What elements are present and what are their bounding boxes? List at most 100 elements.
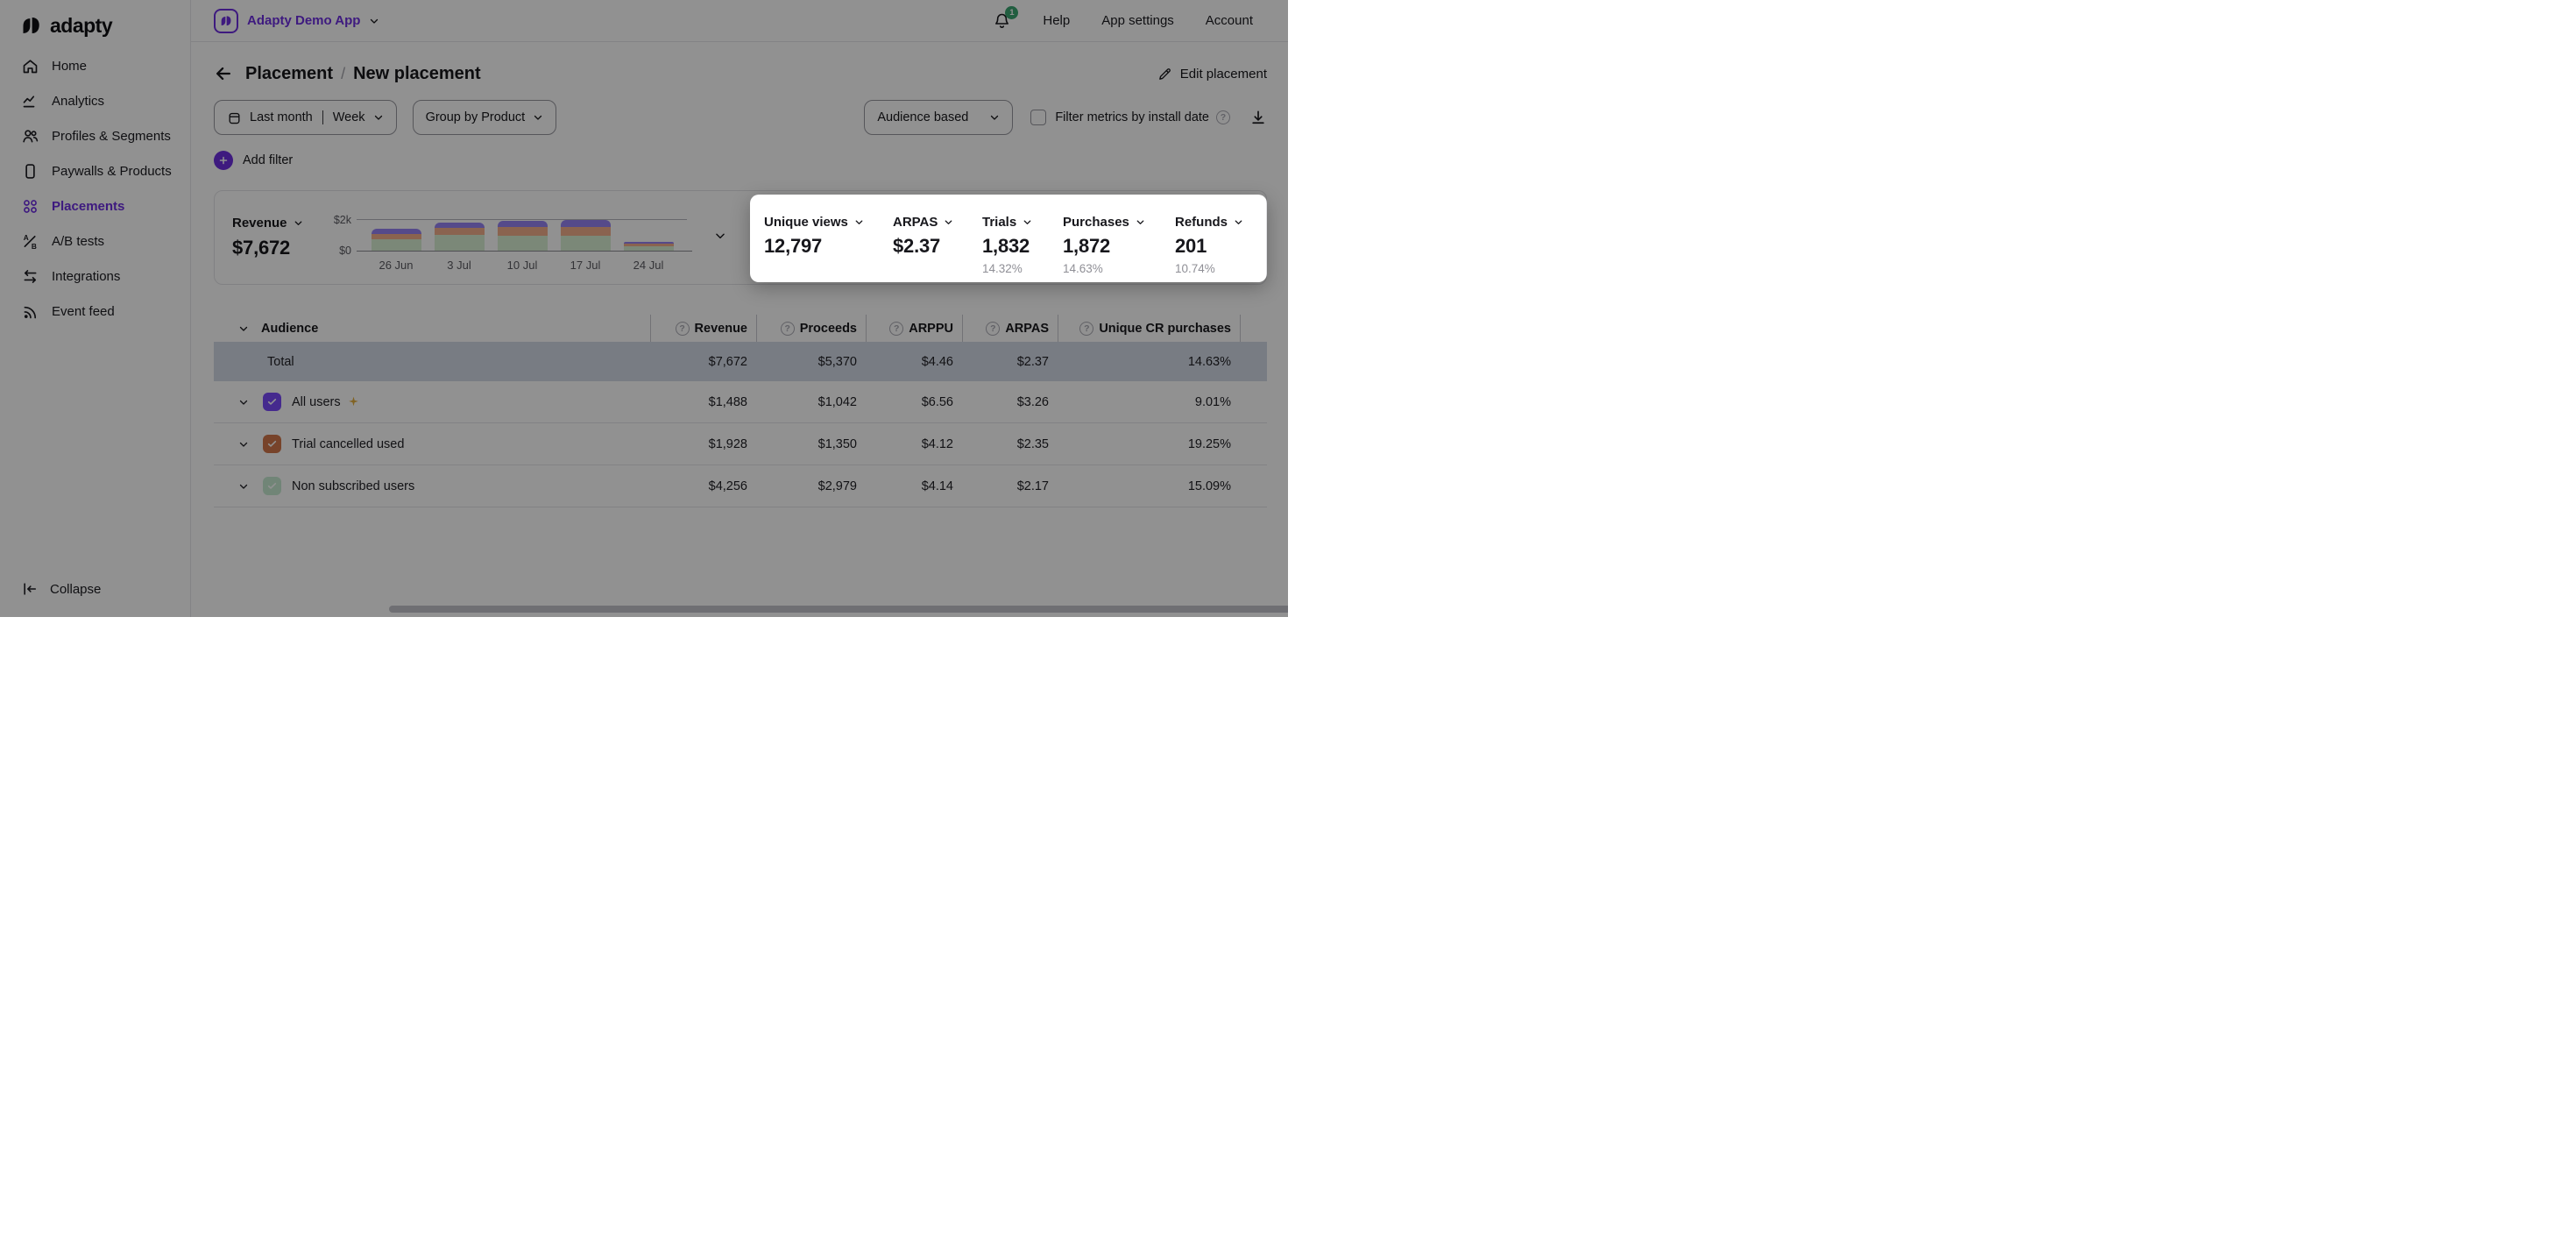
metric-dropdown[interactable]: Refunds — [1175, 215, 1266, 230]
question-icon[interactable]: ? — [1216, 110, 1230, 124]
add-filter-button[interactable]: Add filter — [214, 150, 1267, 171]
sidebar-item-analytics[interactable]: Analytics — [0, 83, 190, 118]
app-settings-link[interactable]: App settings — [1101, 13, 1174, 28]
table-cell-value: $3.26 — [962, 395, 1058, 409]
horizontal-scrollbar — [389, 606, 1279, 613]
table-cell-value: $4.12 — [866, 437, 962, 451]
question-icon[interactable]: ? — [676, 322, 690, 336]
sparkle-star — [347, 395, 360, 408]
check-icon — [266, 480, 278, 492]
row-expand-chevron[interactable] — [238, 481, 249, 492]
chevron-down-icon — [369, 16, 379, 26]
table-cell-value: $5,370 — [756, 355, 866, 369]
topbar: Adapty Demo App 1 Help App settings Acco… — [191, 0, 1288, 42]
table-cell-value: 9.01% — [1058, 395, 1240, 409]
sidebar-collapse-button[interactable]: Collapse — [0, 580, 101, 598]
sidebar-item-label: Placements — [52, 199, 124, 214]
page-head: Placement / New placement Edit placement — [214, 60, 1267, 88]
row-checkbox[interactable] — [263, 393, 281, 411]
table-cell-value: $7,672 — [650, 355, 756, 369]
metric-purchases: Purchases1,87214.63% — [1063, 215, 1175, 284]
account-link[interactable]: Account — [1206, 13, 1253, 28]
question-icon[interactable]: ? — [986, 322, 1000, 336]
sidebar-item-eventfeed[interactable]: Event feed — [0, 294, 190, 329]
paywalls-icon — [21, 162, 39, 181]
analytics-icon — [21, 92, 39, 110]
group-by-label: Group by Product — [426, 110, 526, 124]
scrollbar-thumb[interactable] — [389, 606, 1288, 613]
divider — [322, 110, 323, 124]
sidebar-item-label: Event feed — [52, 304, 115, 319]
column-header-arppu: ? ARPPU — [866, 315, 962, 342]
bar-17-jul[interactable] — [554, 220, 617, 251]
breadcrumb-separator: / — [341, 65, 345, 83]
bar-segment-trial-cancelled-used — [435, 228, 485, 236]
download-button[interactable] — [1249, 109, 1267, 126]
sidebar-item-placements[interactable]: Placements — [0, 188, 190, 223]
table-cell-value: $4.14 — [866, 479, 962, 493]
help-link[interactable]: Help — [1043, 13, 1070, 28]
app-selector[interactable]: Adapty Demo App — [214, 9, 379, 33]
pencil-icon — [1157, 67, 1172, 82]
table-cell-value: $4,256 — [650, 479, 756, 493]
bar-10-jul[interactable] — [491, 221, 554, 251]
sidebar-item-home[interactable]: Home — [0, 48, 190, 83]
sidebar-item-label: Home — [52, 59, 87, 74]
adapty-dashboard: adapty HomeAnalyticsProfiles & SegmentsP… — [0, 0, 1288, 617]
question-icon[interactable]: ? — [1079, 322, 1093, 336]
edit-placement-button[interactable]: Edit placement — [1157, 67, 1267, 82]
sidebar-item-integrations[interactable]: Integrations — [0, 259, 190, 294]
y-tick: $2k — [334, 214, 351, 226]
app-tile-icon — [214, 9, 238, 33]
bar-segment-non-subscribed-users — [624, 246, 674, 251]
notifications-button[interactable]: 1 — [993, 11, 1011, 30]
metric-dropdown[interactable]: Trials — [982, 215, 1063, 230]
row-expand-chevron[interactable] — [238, 397, 249, 408]
row-checkbox[interactable] — [263, 435, 281, 453]
check-icon — [266, 438, 278, 450]
chevron-down-icon — [238, 439, 249, 450]
collapse-chart-button[interactable] — [714, 230, 726, 246]
sidebar-item-profiles[interactable]: Profiles & Segments — [0, 118, 190, 153]
row-label-cell: All users — [214, 381, 650, 422]
bar-3-jul[interactable] — [428, 223, 491, 251]
metric-sub-value: 14.63% — [1063, 262, 1175, 275]
date-range-label: Last month — [250, 110, 313, 124]
group-by-dropdown[interactable]: Group by Product — [413, 100, 557, 135]
chevron-down-icon[interactable] — [238, 323, 249, 334]
metric-refunds: Refunds20110.74% — [1175, 215, 1266, 284]
adapty-logo: adapty — [0, 0, 190, 38]
column-header-label: ARPPU — [909, 322, 953, 336]
arrow-left-icon — [214, 64, 233, 83]
revenue-metric-dropdown[interactable]: Revenue — [232, 216, 303, 230]
filter-row: Last month Week Group by Product Audienc… — [214, 100, 1267, 135]
bar-26-jun[interactable] — [364, 229, 428, 251]
back-button[interactable] — [214, 64, 233, 83]
revenue-value: $7,672 — [232, 237, 303, 259]
column-header-ghost — [1240, 315, 1267, 342]
bar-24-jul[interactable] — [617, 242, 680, 251]
date-range-dropdown[interactable]: Last month Week — [214, 100, 397, 135]
metric-dropdown[interactable]: Unique views — [764, 215, 893, 230]
plus-icon — [214, 151, 233, 170]
audience-mode-dropdown[interactable]: Audience based — [864, 100, 1013, 135]
row-checkbox[interactable] — [263, 477, 281, 495]
metric-dropdown[interactable]: Purchases — [1063, 215, 1175, 230]
svg-text:B: B — [32, 241, 37, 250]
install-date-checkbox[interactable] — [1030, 110, 1046, 125]
sidebar-item-paywalls[interactable]: Paywalls & Products — [0, 153, 190, 188]
breadcrumb-section[interactable]: Placement — [245, 64, 333, 84]
row-expand-chevron[interactable] — [238, 439, 249, 450]
column-header-label: Proceeds — [800, 322, 857, 336]
question-icon[interactable]: ? — [889, 322, 903, 336]
install-date-label: Filter metrics by install date — [1055, 110, 1209, 124]
question-icon[interactable]: ? — [781, 322, 795, 336]
metric-dropdown[interactable]: ARPAS — [893, 215, 982, 230]
metric-value: 12,797 — [764, 235, 893, 258]
sidebar-item-abtests[interactable]: ABA/B tests — [0, 223, 190, 259]
sidebar-item-label: A/B tests — [52, 234, 104, 249]
table-cell-value: $1,488 — [650, 395, 756, 409]
table-cell-value: $2.37 — [962, 355, 1058, 369]
x-tick-label: 17 Jul — [570, 259, 601, 272]
table-cell-value: $1,928 — [650, 437, 756, 451]
